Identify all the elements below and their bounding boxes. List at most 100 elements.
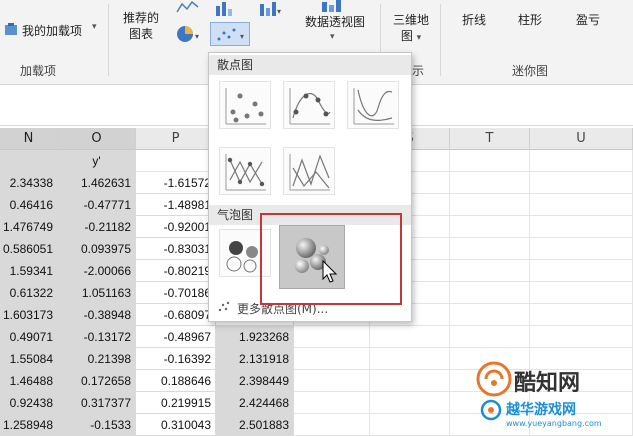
table-cell[interactable]: 1.603173 bbox=[0, 304, 58, 326]
sparkline-winloss-button[interactable]: 盈亏 bbox=[566, 12, 610, 28]
table-cell[interactable]: 0.317377 bbox=[58, 392, 136, 414]
column-chart-icon[interactable] bbox=[214, 0, 236, 16]
pivot-chart-button[interactable]: 数据透视图 bbox=[298, 14, 372, 30]
scatter-straight-lines-option[interactable] bbox=[283, 147, 335, 195]
table-cell[interactable]: 0.586051 bbox=[0, 238, 58, 260]
grid-cell[interactable] bbox=[370, 414, 450, 436]
grid-cell[interactable] bbox=[530, 260, 633, 282]
grid-cell[interactable] bbox=[370, 326, 450, 348]
column-header-t[interactable]: T bbox=[450, 128, 530, 150]
group-separator bbox=[440, 4, 441, 76]
table-cell[interactable]: 2.501883 bbox=[216, 414, 294, 436]
scatter-chart-button[interactable]: ▾ bbox=[210, 22, 250, 46]
table-cell[interactable]: -0.16392 bbox=[136, 348, 216, 370]
grid-cell[interactable] bbox=[294, 414, 370, 436]
grid-cell[interactable] bbox=[530, 304, 633, 326]
scatter-smooth-lines-option[interactable] bbox=[347, 81, 399, 129]
table-cell[interactable]: -0.1533 bbox=[58, 414, 136, 436]
grid-cell[interactable] bbox=[530, 216, 633, 238]
sparkline-column-button[interactable]: 柱形 bbox=[508, 12, 552, 28]
table-cell[interactable]: 0.310043 bbox=[136, 414, 216, 436]
table-cell[interactable]: 1.258948 bbox=[0, 414, 58, 436]
table-cell[interactable]: 1.59341 bbox=[0, 260, 58, 282]
my-addins-button[interactable]: 我的加载项 ▾ bbox=[2, 20, 102, 40]
table-cell[interactable]: -0.70186 bbox=[136, 282, 216, 304]
grid-cell[interactable] bbox=[450, 238, 530, 260]
chevron-down-icon: ▾ bbox=[92, 22, 97, 32]
table-cell[interactable]: -0.13172 bbox=[58, 326, 136, 348]
grid-cell[interactable] bbox=[530, 238, 633, 260]
grid-cell[interactable] bbox=[136, 150, 216, 172]
table-cell[interactable]: -0.21182 bbox=[58, 216, 136, 238]
grid-cell[interactable] bbox=[450, 216, 530, 238]
table-cell[interactable]: -0.68097 bbox=[136, 304, 216, 326]
table-cell[interactable]: -0.38948 bbox=[58, 304, 136, 326]
grid-cell[interactable] bbox=[530, 172, 633, 194]
grid-cell[interactable] bbox=[370, 392, 450, 414]
column-header-u[interactable]: U bbox=[530, 128, 633, 150]
table-cell[interactable]: 0.188646 bbox=[136, 370, 216, 392]
table-cell[interactable]: 2.131918 bbox=[216, 348, 294, 370]
sparkline-winloss-label: 盈亏 bbox=[575, 13, 600, 27]
grid-cell[interactable] bbox=[294, 370, 370, 392]
table-cell[interactable]: -0.92001 bbox=[136, 216, 216, 238]
line-chart-icon[interactable] bbox=[176, 0, 200, 14]
grid-cell[interactable] bbox=[370, 348, 450, 370]
scatter-smooth-markers-option[interactable] bbox=[283, 81, 335, 129]
recommended-charts-button[interactable]: 推荐的 图表 bbox=[118, 10, 164, 42]
watermark-site-url: www.yueyangbang.com bbox=[506, 419, 602, 428]
table-cell[interactable]: 0.92438 bbox=[0, 392, 58, 414]
table-cell[interactable]: 1.46488 bbox=[0, 370, 58, 392]
column-header-o[interactable]: O bbox=[58, 128, 136, 150]
grid-cell[interactable] bbox=[450, 304, 530, 326]
table-cell[interactable]: 1.55084 bbox=[0, 348, 58, 370]
stat-chart-icon[interactable]: ▾ bbox=[258, 0, 282, 16]
pie-chart-icon[interactable]: ▾ bbox=[176, 24, 202, 44]
table-cell[interactable]: 2.424468 bbox=[216, 392, 294, 414]
grid-cell[interactable] bbox=[370, 370, 450, 392]
grid-cell[interactable] bbox=[450, 172, 530, 194]
table-cell[interactable]: 1.923268 bbox=[216, 326, 294, 348]
grid-cell[interactable] bbox=[530, 150, 633, 172]
table-cell[interactable]: 0.46416 bbox=[0, 194, 58, 216]
cell-o-header[interactable]: y' bbox=[58, 150, 136, 172]
grid-cell[interactable] bbox=[294, 326, 370, 348]
grid-cell[interactable] bbox=[450, 150, 530, 172]
grid-cell[interactable] bbox=[450, 194, 530, 216]
sparkline-line-button[interactable]: 折线 bbox=[452, 12, 496, 28]
grid-cell[interactable] bbox=[530, 282, 633, 304]
table-cell[interactable]: -1.61572 bbox=[136, 172, 216, 194]
table-cell[interactable]: -0.80219 bbox=[136, 260, 216, 282]
table-cell[interactable]: 2.398449 bbox=[216, 370, 294, 392]
scatter-smooth-lines-icon bbox=[353, 88, 394, 125]
grid-cell[interactable] bbox=[294, 348, 370, 370]
table-cell[interactable]: 0.21398 bbox=[58, 348, 136, 370]
table-cell[interactable]: -1.48981 bbox=[136, 194, 216, 216]
grid-cell[interactable] bbox=[450, 326, 530, 348]
scatter-markers-option[interactable] bbox=[219, 81, 271, 129]
table-cell[interactable]: 0.49071 bbox=[0, 326, 58, 348]
column-header-p[interactable]: P bbox=[136, 128, 216, 150]
3d-map-button[interactable]: 三维地 图 ▾ bbox=[386, 12, 436, 46]
table-cell[interactable]: -0.47771 bbox=[58, 194, 136, 216]
table-cell[interactable]: -2.00066 bbox=[58, 260, 136, 282]
table-cell[interactable]: 1.476749 bbox=[0, 216, 58, 238]
table-cell[interactable]: 1.051163 bbox=[58, 282, 136, 304]
scatter-straight-markers-option[interactable] bbox=[219, 147, 271, 195]
column-header-n[interactable]: N bbox=[0, 128, 58, 150]
table-cell[interactable]: 0.172658 bbox=[58, 370, 136, 392]
table-cell[interactable]: 0.093975 bbox=[58, 238, 136, 260]
table-cell[interactable]: 0.219915 bbox=[136, 392, 216, 414]
cell-n-header[interactable] bbox=[0, 150, 58, 172]
grid-cell[interactable] bbox=[530, 326, 633, 348]
table-cell[interactable]: 2.34338 bbox=[0, 172, 58, 194]
grid-cell[interactable] bbox=[294, 392, 370, 414]
table-cell[interactable]: -0.48967 bbox=[136, 326, 216, 348]
grid-cell[interactable] bbox=[450, 282, 530, 304]
grid-cell[interactable] bbox=[450, 260, 530, 282]
table-cell[interactable]: 1.462631 bbox=[58, 172, 136, 194]
grid-cell[interactable] bbox=[530, 194, 633, 216]
table-cell[interactable]: -0.83031 bbox=[136, 238, 216, 260]
table-cell[interactable]: 0.61322 bbox=[0, 282, 58, 304]
sparklines-group-label: 迷你图 bbox=[512, 64, 549, 78]
